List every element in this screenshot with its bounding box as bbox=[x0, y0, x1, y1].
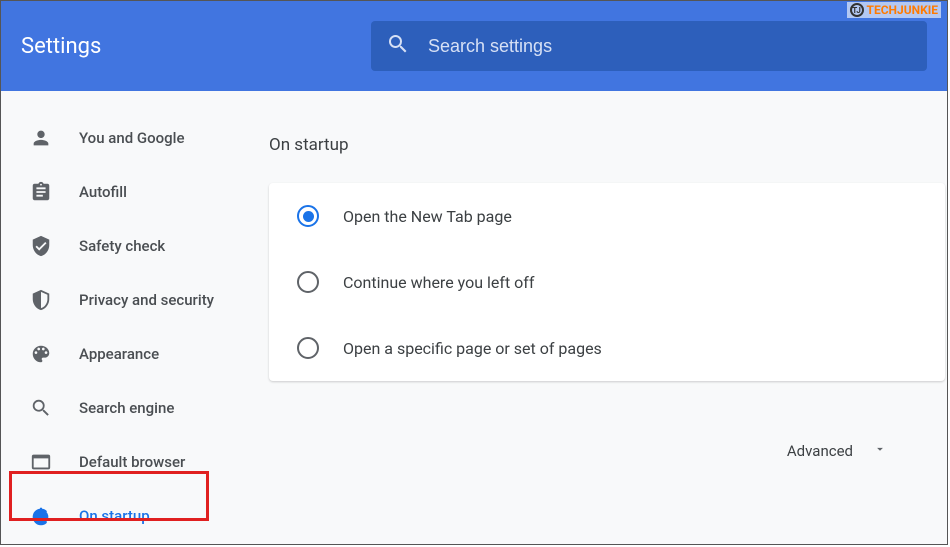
sidebar-item-label: You and Google bbox=[79, 129, 184, 147]
search-input[interactable] bbox=[428, 36, 912, 57]
sidebar-item-label: Default browser bbox=[79, 453, 185, 471]
clipboard-icon bbox=[29, 180, 53, 204]
main-content: On startup Open the New Tab page Continu… bbox=[269, 91, 947, 544]
option-continue[interactable]: Continue where you left off bbox=[269, 249, 945, 315]
shield-icon bbox=[29, 288, 53, 312]
sidebar-item-label: Safety check bbox=[79, 237, 165, 255]
search-icon bbox=[29, 396, 53, 420]
sidebar: You and Google Autofill Safety check Pri… bbox=[1, 91, 269, 544]
palette-icon bbox=[29, 342, 53, 366]
page-title: Settings bbox=[21, 34, 371, 59]
search-icon bbox=[386, 32, 410, 60]
sidebar-item-on-startup[interactable]: On startup bbox=[1, 489, 269, 543]
app-header: Settings bbox=[1, 1, 947, 91]
option-label: Open a specific page or set of pages bbox=[343, 339, 602, 358]
option-new-tab[interactable]: Open the New Tab page bbox=[269, 183, 945, 249]
sidebar-item-you-and-google[interactable]: You and Google bbox=[1, 111, 269, 165]
radio-button[interactable] bbox=[297, 205, 319, 227]
sidebar-item-default-browser[interactable]: Default browser bbox=[1, 435, 269, 489]
option-label: Continue where you left off bbox=[343, 273, 534, 292]
option-label: Open the New Tab page bbox=[343, 207, 512, 226]
person-icon bbox=[29, 126, 53, 150]
browser-icon bbox=[29, 450, 53, 474]
sidebar-item-label: Appearance bbox=[79, 345, 159, 363]
sidebar-item-label: On startup bbox=[79, 507, 150, 525]
power-icon bbox=[29, 504, 53, 528]
section-title: On startup bbox=[269, 135, 947, 155]
sidebar-item-label: Autofill bbox=[79, 183, 127, 201]
sidebar-item-label: Search engine bbox=[79, 399, 174, 417]
option-specific-pages[interactable]: Open a specific page or set of pages bbox=[269, 315, 945, 381]
chevron-down-icon bbox=[873, 441, 887, 460]
startup-options-card: Open the New Tab page Continue where you… bbox=[269, 183, 945, 381]
sidebar-item-appearance[interactable]: Appearance bbox=[1, 327, 269, 381]
search-bar[interactable] bbox=[371, 21, 927, 71]
sidebar-item-safety-check[interactable]: Safety check bbox=[1, 219, 269, 273]
radio-button[interactable] bbox=[297, 271, 319, 293]
advanced-label: Advanced bbox=[787, 442, 853, 460]
shield-check-icon bbox=[29, 234, 53, 258]
advanced-toggle[interactable]: Advanced bbox=[787, 441, 887, 460]
sidebar-item-search-engine[interactable]: Search engine bbox=[1, 381, 269, 435]
sidebar-item-label: Privacy and security bbox=[79, 291, 214, 309]
watermark-badge: TJTECHJUNKIE bbox=[847, 2, 941, 18]
sidebar-item-autofill[interactable]: Autofill bbox=[1, 165, 269, 219]
sidebar-item-privacy-security[interactable]: Privacy and security bbox=[1, 273, 269, 327]
radio-button[interactable] bbox=[297, 337, 319, 359]
